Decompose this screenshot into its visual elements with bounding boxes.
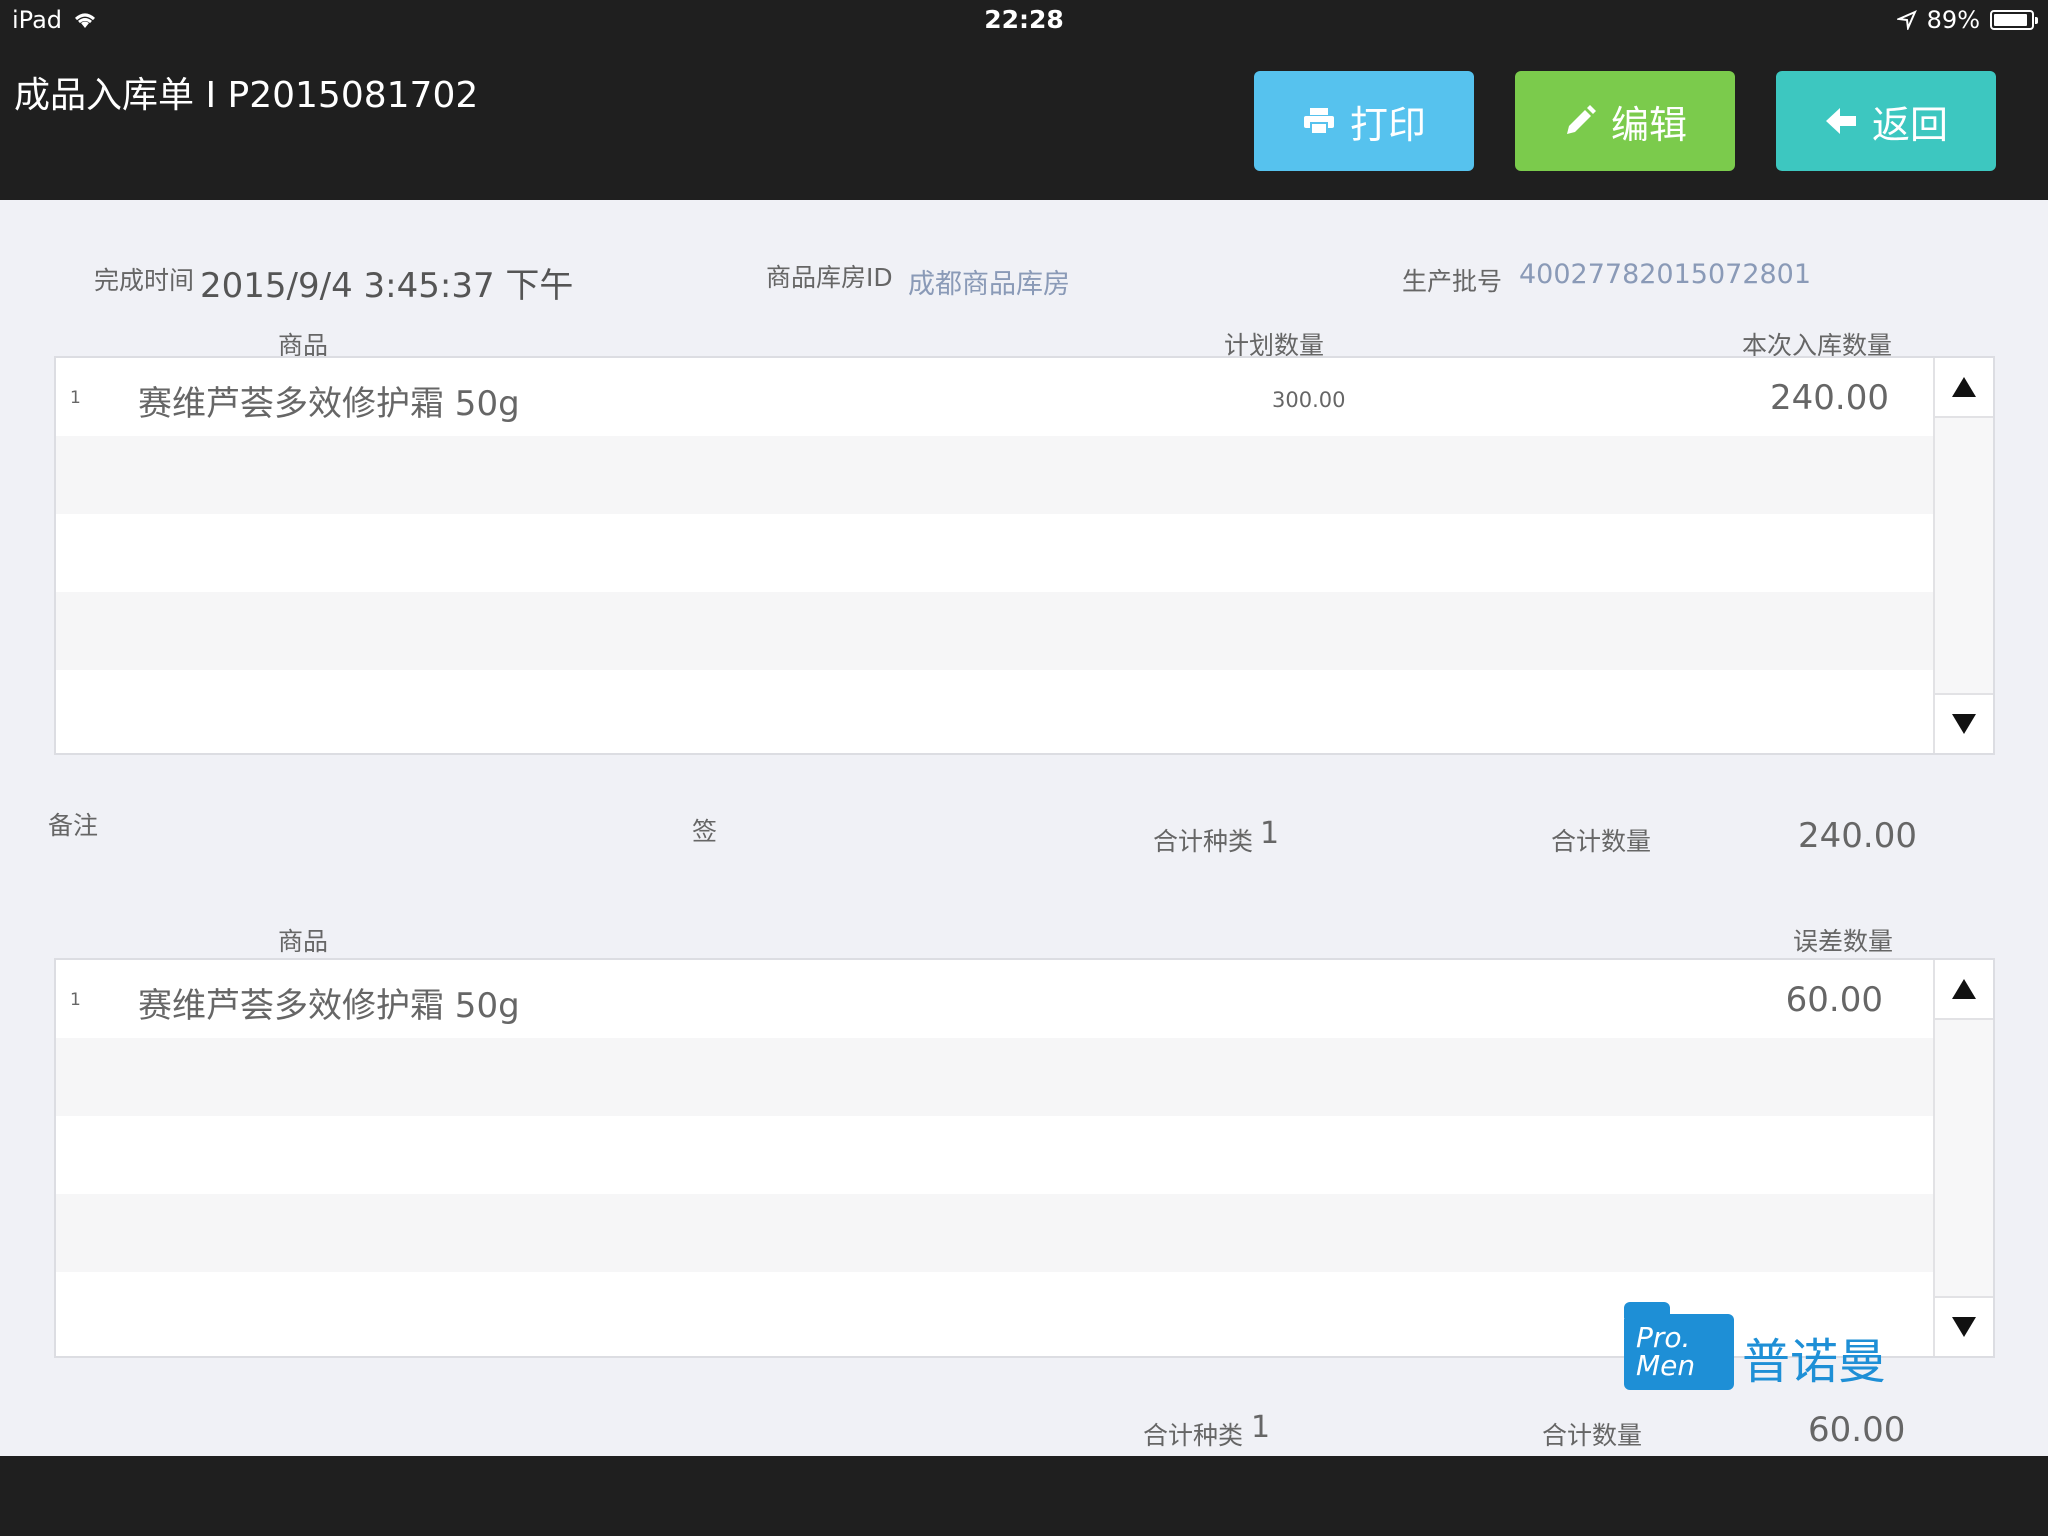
difference-table[interactable]: 1 赛维芦荟多效修护霜 50g 60.00 bbox=[54, 958, 1995, 1358]
status-bar: iPad 22:28 89% bbox=[0, 0, 2048, 40]
status-time: 22:28 bbox=[984, 5, 1064, 34]
battery-percent: 89% bbox=[1926, 6, 1980, 34]
top-bar: iPad 22:28 89% 成品入库单 I P2015081702 打印 编辑… bbox=[0, 0, 2048, 200]
bottom-bar bbox=[0, 1456, 2048, 1536]
batch-value: 40027782015072801 bbox=[1519, 259, 1812, 290]
scroll-down-button[interactable] bbox=[1935, 1296, 1993, 1356]
row-planned: 300.00 bbox=[1272, 388, 1346, 412]
edit-button[interactable]: 编辑 bbox=[1515, 71, 1735, 171]
printer-icon bbox=[1303, 108, 1334, 135]
total-kinds-value-2: 1 bbox=[1251, 1410, 1271, 1445]
inbound-table[interactable]: 1 赛维芦荟多效修护霜 50g 300.00 240.00 bbox=[54, 356, 1995, 755]
total-qty-value: 240.00 bbox=[1798, 816, 1917, 856]
arrow-left-icon bbox=[1825, 108, 1856, 134]
print-button[interactable]: 打印 bbox=[1254, 71, 1474, 171]
col-diff-header: 误差数量 bbox=[1793, 927, 1894, 956]
batch-label: 生产批号 bbox=[1402, 267, 1503, 296]
complete-time-value: 2015/9/4 3:45:37 下午 bbox=[200, 266, 574, 306]
total-qty-label-2: 合计数量 bbox=[1542, 1421, 1643, 1450]
table-row bbox=[56, 592, 1933, 670]
triangle-down-icon bbox=[1952, 714, 1976, 734]
scrollbar[interactable] bbox=[1933, 358, 1993, 753]
warehouse-label: 商品库房ID bbox=[766, 263, 893, 292]
sign-label: 签 bbox=[692, 817, 718, 846]
table-row bbox=[56, 670, 1933, 748]
col-product-header-2: 商品 bbox=[278, 927, 329, 956]
warehouse-value: 成都商品库房 bbox=[908, 269, 1070, 300]
triangle-down-icon bbox=[1952, 1317, 1976, 1337]
scrollbar[interactable] bbox=[1933, 960, 1993, 1356]
table-row bbox=[56, 1038, 1933, 1116]
triangle-up-icon bbox=[1952, 979, 1976, 999]
scroll-up-button[interactable] bbox=[1935, 358, 1993, 418]
total-kinds-value: 1 bbox=[1260, 816, 1280, 851]
logo-chinese-name: 普诺曼 bbox=[1742, 1334, 1887, 1390]
total-qty-label: 合计数量 bbox=[1551, 827, 1652, 856]
scroll-up-button[interactable] bbox=[1935, 960, 1993, 1020]
back-label: 返回 bbox=[1871, 102, 1948, 147]
folder-logo-icon: Pro. Men bbox=[1624, 1302, 1734, 1390]
logo-line1: Pro. bbox=[1636, 1321, 1691, 1354]
back-button[interactable]: 返回 bbox=[1776, 71, 1996, 171]
row-diff-qty: 60.00 bbox=[1785, 980, 1883, 1020]
promen-logo: Pro. Men 普诺曼 bbox=[1624, 1302, 1887, 1390]
page-title: 成品入库单 I P2015081702 bbox=[14, 75, 479, 116]
table-row[interactable]: 1 赛维芦荟多效修护霜 50g 60.00 bbox=[56, 960, 1933, 1038]
logo-line2: Men bbox=[1636, 1349, 1696, 1382]
triangle-up-icon bbox=[1952, 377, 1976, 397]
table-row bbox=[56, 1116, 1933, 1194]
table-row bbox=[56, 436, 1933, 514]
pencil-icon bbox=[1566, 105, 1596, 134]
total-kinds-label-2: 合计种类 bbox=[1143, 1421, 1244, 1450]
table-row bbox=[56, 514, 1933, 592]
row-product: 赛维芦荟多效修护霜 50g bbox=[138, 384, 520, 424]
table-row[interactable]: 1 赛维芦荟多效修护霜 50g 300.00 240.00 bbox=[56, 358, 1933, 436]
scroll-down-button[interactable] bbox=[1935, 693, 1993, 753]
edit-label: 编辑 bbox=[1610, 102, 1687, 147]
print-label: 打印 bbox=[1349, 102, 1426, 147]
table-row bbox=[56, 1194, 1933, 1272]
total-qty-value-2: 60.00 bbox=[1808, 1410, 1906, 1450]
row-index: 1 bbox=[70, 388, 81, 408]
total-kinds-label: 合计种类 bbox=[1153, 827, 1254, 856]
location-arrow-icon bbox=[1896, 10, 1917, 30]
remark-label: 备注 bbox=[48, 811, 99, 840]
row-inbound-qty: 240.00 bbox=[1770, 378, 1889, 418]
complete-time-label: 完成时间 bbox=[94, 266, 195, 295]
row-index: 1 bbox=[70, 990, 81, 1010]
row-product: 赛维芦荟多效修护霜 50g bbox=[138, 986, 520, 1026]
battery-icon bbox=[1990, 10, 2038, 30]
